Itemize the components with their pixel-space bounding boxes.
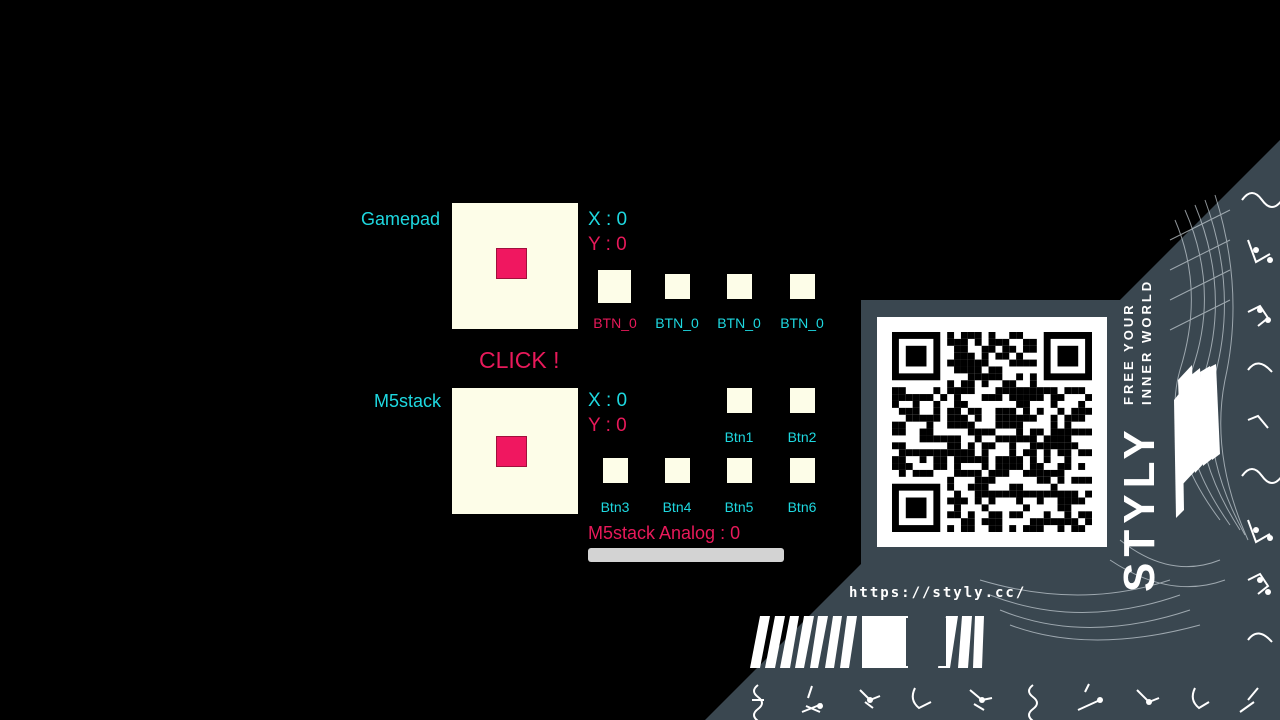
m5stack-joystick-knob[interactable] <box>496 436 527 467</box>
qr-code-image <box>892 332 1092 532</box>
m5stack-btn4[interactable] <box>665 458 690 483</box>
gamepad-button-1[interactable] <box>598 270 631 303</box>
gamepad-x-readout: X : 0 <box>588 209 628 230</box>
m5stack-y-readout: Y : 0 <box>588 415 627 436</box>
gamepad-joystick-knob[interactable] <box>496 248 527 279</box>
qr-code-card[interactable] <box>877 317 1107 547</box>
styly-logo: STYLY <box>1115 424 1164 592</box>
styly-tagline-2: INNER WORLD <box>1139 278 1154 405</box>
click-indicator: CLICK ! <box>479 347 560 373</box>
m5stack-label: M5stack <box>374 391 442 411</box>
gamepad-label: Gamepad <box>361 209 441 229</box>
styly-url-link[interactable]: https://styly.cc/ <box>849 585 1026 601</box>
gamepad-y-readout: Y : 0 <box>588 234 627 255</box>
m5stack-btn3-label: Btn3 <box>600 499 630 515</box>
m5stack-joystick-area[interactable] <box>452 388 578 514</box>
m5stack-btn3[interactable] <box>603 458 628 483</box>
styly-tagline-1: FREE YOUR <box>1121 302 1136 405</box>
gamepad-button-2[interactable] <box>665 274 690 299</box>
m5stack-x-readout: X : 0 <box>588 390 628 411</box>
gamepad-joystick-area[interactable] <box>452 203 578 329</box>
gamepad-button-1-label: BTN_0 <box>593 315 637 331</box>
